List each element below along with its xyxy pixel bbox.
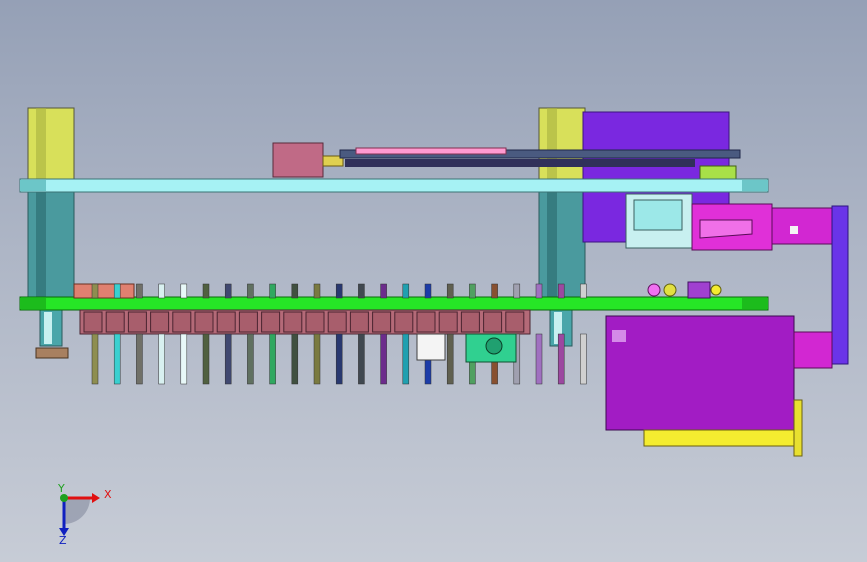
pin-top [424,283,432,299]
header-cell [216,311,236,333]
pin-top [446,283,454,299]
pin-top [202,283,210,299]
pin-top [557,283,565,299]
triad-shadow [64,498,90,524]
pin-bottom [202,333,210,385]
header-cell [327,311,347,333]
pin-bottom [180,333,188,385]
pin-bottom [136,333,143,385]
header-cell [172,311,192,333]
side-bracket [831,205,849,365]
bottom-components [416,333,517,363]
header-cell [394,311,414,333]
axis-triad[interactable]: X Y Z [57,482,112,547]
assembly-model[interactable]: X Y Z [0,0,867,562]
pin-bottom [291,333,299,385]
header-cell [505,311,525,333]
pin-bottom [446,333,454,385]
pin-bottom [269,333,276,385]
pin-bottom [358,333,365,385]
header-cell [238,311,258,333]
header-cell [483,311,503,333]
pin-bottom [247,333,254,385]
pin-top [91,283,99,299]
header-cell [150,311,170,333]
header-cell [438,311,458,333]
pin-top [535,283,543,299]
pin-top [313,283,321,299]
pin-bottom [580,333,587,385]
x-axis-label: X [104,488,112,501]
pin-bottom [380,333,387,385]
pin-top [136,283,143,299]
pin-top [380,283,387,299]
bottom-board [19,296,769,311]
pin-top [513,283,521,299]
header-cell [305,311,325,333]
pin-top [269,283,276,299]
y-axis-dot [60,494,68,502]
left-standoff [27,107,75,359]
header-cell [261,311,281,333]
pin-top [580,283,587,299]
pin-top [291,283,299,299]
pin-top [224,283,232,299]
pin-bottom [91,333,99,385]
pin-top [113,283,121,299]
pin-bottom [335,333,343,385]
pin-top [491,283,498,299]
usb-connector-upper [625,193,835,251]
pin-top [469,283,476,299]
header-cell [83,311,103,333]
z-axis-label: Z [59,534,67,547]
header-cell [460,311,480,333]
pin-top [180,283,188,299]
pin-bottom [224,333,232,385]
pin-bottom [113,333,121,385]
header-cell [372,311,392,333]
header-cell [349,311,369,333]
pin-top [158,283,165,299]
pin-bottom [313,333,321,385]
pin-top [247,283,254,299]
cad-viewport[interactable]: X Y Z [0,0,867,562]
header-cell [105,311,125,333]
header-cell [416,311,436,333]
header-cell [127,311,147,333]
y-axis-label: Y [57,482,65,495]
pin-bottom [535,333,543,385]
pin-top [402,283,410,299]
header-cell [194,311,214,333]
pin-top [335,283,343,299]
pin-bottom [158,333,165,385]
pin-bottom [402,333,410,385]
pin-top [358,283,365,299]
pin-bottom [557,333,565,385]
header-cell [283,311,303,333]
top-board [19,178,769,193]
